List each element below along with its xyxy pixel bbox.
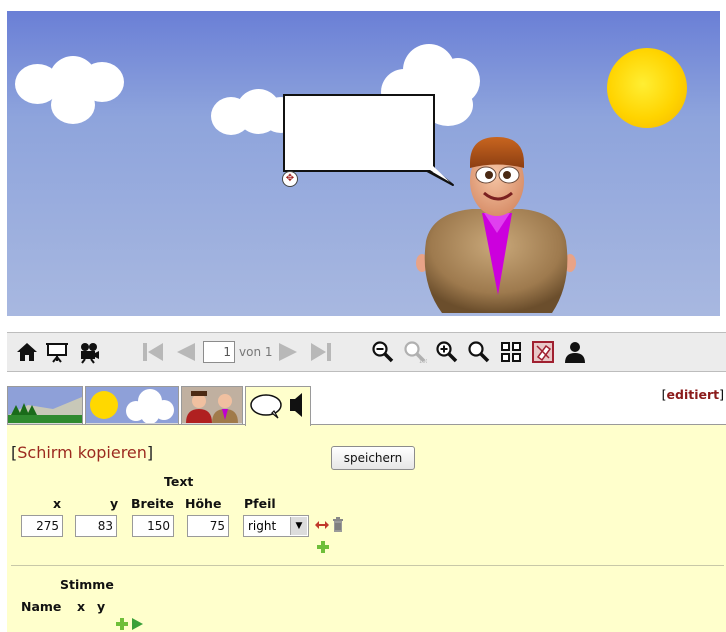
sky-icon [86,387,178,424]
width-column-header: Breite [131,496,174,511]
presentation-icon[interactable] [45,340,69,364]
width-field[interactable] [132,515,174,537]
first-page-icon[interactable] [141,340,165,364]
add-icon[interactable] [317,541,329,553]
sky-tab[interactable] [85,386,179,424]
x-field[interactable] [21,515,63,537]
properties-panel: [Schirm kopieren] speichern Text x y Bre… [7,424,726,632]
zoom-in-icon[interactable] [435,340,459,364]
move-handle-icon[interactable]: ✥ [282,171,298,187]
camera-icon[interactable] [77,340,101,364]
save-button[interactable]: speichern [331,446,415,470]
height-field[interactable] [187,515,229,537]
flip-arrow-icon[interactable] [315,518,329,532]
speech-tab[interactable] [245,386,311,426]
arrow-select-value: right [248,519,277,533]
height-column-header: Höhe [185,496,222,511]
play-icon[interactable] [131,618,143,630]
character[interactable] [412,123,582,316]
speech-sound-icon [250,393,302,419]
erase-icon[interactable] [531,340,555,364]
copy-screen-link[interactable]: [Schirm kopieren] [11,443,153,462]
last-page-icon[interactable] [309,340,333,364]
zoom-100-icon[interactable]: 100 [403,340,427,364]
x-column-header: x [53,496,62,511]
characters-tab[interactable] [181,386,243,424]
arrow-select[interactable]: right ▼ [243,515,309,537]
text-section-heading: Text [164,474,194,489]
characters-icon [182,387,242,423]
landscape-tab[interactable] [7,386,83,424]
arrow-column-header: Pfeil [244,496,276,511]
y-field[interactable] [75,515,117,537]
previous-page-icon[interactable] [173,340,197,364]
page-count-label: von 1 [239,345,273,359]
person-icon[interactable] [563,340,587,364]
add-voice-icon[interactable] [116,618,128,630]
stage-canvas[interactable]: ✥ [7,11,720,316]
chevron-down-icon[interactable]: ▼ [290,517,307,535]
next-page-icon[interactable] [277,340,301,364]
voice-section-heading: Stimme [60,577,114,592]
home-icon[interactable] [15,340,39,364]
zoom-reset-icon[interactable] [467,340,491,364]
zoom-out-icon[interactable] [371,340,395,364]
svg-text:100: 100 [419,359,427,364]
toolbar: von 1 100 [7,332,726,372]
edited-status: [editiert] [661,387,724,402]
page-number-input[interactable] [203,341,235,363]
grid-icon[interactable] [499,340,523,364]
y-column-header: y [110,496,119,511]
voice-y-header: y [97,599,106,614]
section-divider [11,565,724,566]
landscape-icon [8,387,82,423]
trash-icon[interactable] [332,517,344,532]
voice-x-header: x [77,599,86,614]
voice-name-header: Name [21,599,62,614]
